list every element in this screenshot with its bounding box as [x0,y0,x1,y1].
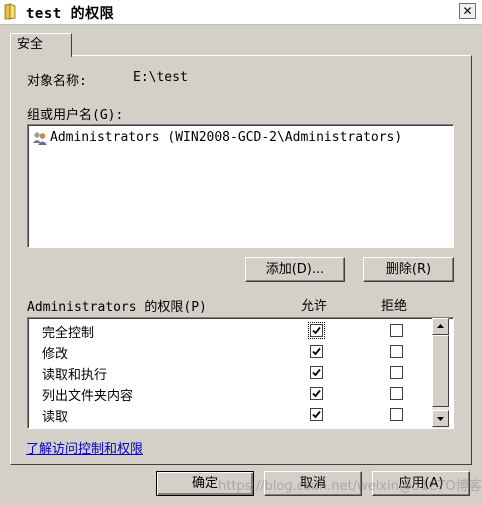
allow-checkbox[interactable] [308,322,325,339]
checkmark-icon [312,389,321,398]
permission-row: 读取和执行 [28,362,432,383]
user-name: Administrators (WIN2008-GCD-2\Administra… [50,130,403,145]
users-icon [33,132,47,145]
permission-row: 完全控制 [28,320,432,341]
folder-icon [4,3,16,20]
checkmark-icon [312,347,321,356]
arrow-down-icon [437,417,444,421]
deny-checkbox[interactable] [390,408,403,421]
allow-checkbox[interactable] [310,408,323,421]
permission-name: 列出文件夹内容 [42,389,134,404]
security-panel: 对象名称: E:\test 组或用户名(G): Administrators (… [10,55,472,465]
deny-checkbox[interactable] [390,324,403,337]
scroll-thumb[interactable] [432,335,449,407]
window-title: test 的权限 [26,6,115,22]
object-name-label: 对象名称: [27,74,87,89]
permission-name: 修改 [42,347,69,362]
arrow-up-icon [437,324,444,328]
permissions-list[interactable]: 完全控制 修改 读取和执行 列出文件夹内容 读取 [27,317,454,429]
checkmark-icon [312,368,321,377]
checkmark-icon [312,410,321,419]
deny-header: 拒绝 [381,299,408,314]
title-bar: test 的权限 ✕ [0,0,482,25]
close-button[interactable]: ✕ [459,3,476,19]
allow-checkbox[interactable] [310,366,323,379]
permission-name: 读取和执行 [42,368,108,383]
scroll-down-button[interactable] [432,410,449,427]
watermark: https://blog.csdn.net/weixin@51CTO博客 [218,479,482,494]
groups-label: 组或用户名(G): [27,108,124,123]
checkmark-icon [312,326,321,335]
add-button[interactable]: 添加(D)... [245,257,345,282]
list-item[interactable]: Administrators (WIN2008-GCD-2\Administra… [32,129,402,147]
learn-access-control-link[interactable]: 了解访问控制和权限 [26,438,143,457]
scrollbar[interactable] [432,318,449,428]
permission-row: 修改 [28,341,432,362]
scroll-up-button[interactable] [432,318,449,335]
deny-checkbox[interactable] [390,345,403,358]
permission-row: 读取 [28,404,432,425]
deny-checkbox[interactable] [390,387,403,400]
permission-row: 列出文件夹内容 [28,383,432,404]
groups-list[interactable]: Administrators (WIN2008-GCD-2\Administra… [27,124,454,248]
permissions-label: Administrators 的权限(P) [27,300,207,315]
permission-name: 完全控制 [42,326,95,341]
permission-name: 读取 [42,410,69,425]
allow-checkbox[interactable] [310,387,323,400]
remove-button[interactable]: 删除(R) [363,257,454,282]
tab-security[interactable]: 安全 [10,33,72,57]
deny-checkbox[interactable] [390,366,403,379]
object-name-value: E:\test [133,70,188,85]
allow-checkbox[interactable] [310,345,323,358]
close-icon: ✕ [462,4,473,18]
allow-header: 允许 [301,299,328,314]
